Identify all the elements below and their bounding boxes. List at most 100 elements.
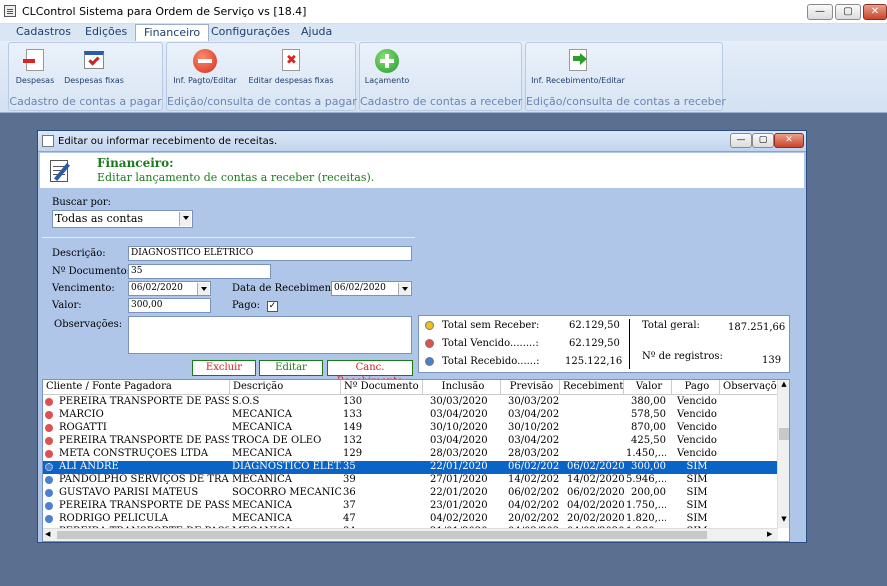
table-cell: 149 — [343, 422, 363, 433]
child-maximize-button[interactable]: ▢ — [752, 133, 774, 148]
vencido-value: 62.129,50 — [569, 338, 620, 349]
table-row[interactable]: PEREIRA TRANSPORTE DE PASSAG...MECÂNICA 3… — [43, 500, 778, 513]
scroll-down-icon[interactable]: ▼ — [779, 515, 789, 527]
table-cell: SIM — [686, 461, 708, 472]
table-cell: 27/01/2020 — [430, 474, 488, 485]
despesas-fixas-button[interactable]: Despesas fixas — [61, 46, 127, 85]
close-button[interactable]: ✕ — [863, 4, 887, 20]
valor-input[interactable]: 300,00 — [128, 298, 211, 313]
column-header[interactable]: Pago — [672, 380, 720, 395]
table-row[interactable]: GUSTAVO PARISI MATEUS SOCORRO MECANICO 36 2… — [43, 487, 778, 500]
group-label: Cadastro de contas a receber — [360, 95, 523, 108]
table-row[interactable]: PEREIRA TRANSPORTE DE PASSAG...TROCA DE … — [43, 435, 778, 448]
despesas-button[interactable]: Despesas — [13, 46, 57, 85]
table-cell: 380,00 — [631, 396, 666, 407]
notepad-pencil-icon — [48, 156, 74, 184]
menu-bar: Cadastros Edições Financeiro Configuraçõ… — [0, 24, 887, 42]
table-row[interactable]: RODRIGO PELICULA MECÂNICA 47 04/02/2020 20/0… — [43, 513, 778, 526]
table-cell: SIM — [686, 500, 708, 511]
child-minimize-button[interactable]: — — [730, 133, 752, 148]
vertical-scrollbar[interactable]: ▲ ▼ — [777, 380, 789, 528]
status-dot-icon — [45, 515, 53, 523]
scroll-up-icon[interactable]: ▲ — [779, 380, 789, 392]
table-cell: 425,50 — [631, 435, 666, 446]
child-close-button[interactable]: ✕ — [774, 133, 804, 148]
table-cell: 132 — [343, 435, 363, 446]
inf-pagto-editar-button[interactable]: Inf. Pagto/Editar — [169, 46, 241, 85]
column-header[interactable]: Previsão — [501, 380, 560, 395]
table-row[interactable]: META CONSTRUÇÕES LTDA MECÂNICA 129 28/03/20… — [43, 448, 778, 461]
table-cell: 36 — [343, 487, 356, 498]
table-cell: 14/02/2020 — [508, 474, 560, 485]
column-header[interactable]: Nº Documento — [341, 380, 423, 395]
table-cell: ROGATTI — [59, 422, 107, 433]
inf-pagto-label: Inf. Pagto/Editar — [173, 76, 237, 85]
table-cell: MECÂNICA — [232, 422, 292, 433]
scroll-right-icon[interactable]: ▶ — [767, 530, 772, 538]
status-dot-icon — [45, 463, 53, 471]
editar-despesas-fixas-label: Editar despesas fixas — [248, 76, 334, 85]
table-cell: PANDOLPHO SERVIÇOS DE TRANS... — [59, 474, 229, 485]
menu-configuracoes[interactable]: Configurações — [203, 24, 298, 41]
documento-input[interactable]: 35 — [128, 264, 271, 279]
table-row[interactable]: PANDOLPHO SERVIÇOS DE TRANS...MECÂNICA 39… — [43, 474, 778, 487]
table-cell: 04/02/2020 — [508, 500, 560, 511]
table-cell: META CONSTRUÇÕES LTDA — [59, 448, 209, 459]
recebimento-picker[interactable]: 06/02/2020 — [331, 281, 412, 296]
receitas-table[interactable]: Cliente / Fonte Pagadora Descrição Nº Docu… — [42, 379, 790, 542]
minimize-button[interactable]: — — [807, 4, 833, 20]
table-cell: Vencido — [677, 435, 717, 446]
scroll-thumb[interactable] — [779, 428, 789, 440]
table-cell: 35 — [343, 461, 356, 472]
column-header[interactable]: Valor — [624, 380, 672, 395]
buscar-select[interactable]: Todas as contas — [52, 210, 193, 228]
table-cell — [560, 422, 624, 435]
scroll-left-icon[interactable]: ◀ — [45, 530, 50, 538]
table-cell: 03/04/2020 — [508, 409, 560, 420]
yellow-status-icon — [425, 321, 434, 330]
column-header[interactable]: Descrição — [230, 380, 341, 395]
table-cell — [560, 409, 624, 422]
column-header[interactable]: Inclusão — [423, 380, 501, 395]
table-row[interactable]: ROGATTI MECÂNICA 149 30/10/2020 30/10/2020 87… — [43, 422, 778, 435]
status-dot-icon — [45, 476, 53, 484]
table-cell: 129 — [343, 448, 363, 459]
column-header[interactable]: Observaçõe — [720, 380, 780, 395]
table-cell: 37 — [343, 500, 356, 511]
minus-circle-icon — [192, 49, 218, 73]
column-header[interactable]: Cliente / Fonte Pagadora — [43, 380, 230, 395]
table-cell: PEREIRA TRANSPORTE DE PASSAG... — [59, 435, 229, 446]
table-cell: 1.820,... — [626, 513, 666, 524]
maximize-button[interactable]: ▢ — [835, 4, 861, 20]
menu-edicoes[interactable]: Edições — [77, 24, 135, 41]
table-row[interactable]: PEREIRA TRANSPORTE DE PASSAG...S.O.S 130 3… — [43, 396, 778, 409]
inf-recebimento-editar-button[interactable]: Inf. Recebimento/Editar — [528, 46, 628, 85]
table-cell: 39 — [343, 474, 356, 485]
horizontal-scrollbar[interactable]: ◀ ▶ — [43, 528, 778, 541]
menu-cadastros[interactable]: Cadastros — [8, 24, 79, 41]
excluir-button[interactable]: Excluir — [192, 360, 256, 376]
table-cell: MECÂNICA — [232, 409, 292, 420]
table-row[interactable]: ALI ANDRÉ DIAGNÓSTICO ELÉT... 35 22/01/2020… — [43, 461, 778, 474]
table-cell: MECÂNICA — [232, 513, 292, 524]
table-cell: 06/02/2020 — [508, 461, 560, 472]
group-cadastro-receber: Laçamento Cadastro de contas a receber — [359, 42, 522, 111]
pago-checkbox[interactable]: ✓ — [267, 301, 278, 312]
menu-financeiro[interactable]: Financeiro — [135, 24, 210, 42]
lancamento-button[interactable]: Laçamento — [362, 46, 412, 85]
app-icon — [4, 5, 16, 17]
cancelar-recebimento-button[interactable]: Canc. Recebimento — [327, 360, 413, 387]
menu-ajuda[interactable]: Ajuda — [293, 24, 340, 41]
observacoes-textarea[interactable] — [128, 316, 412, 354]
hscroll-thumb[interactable] — [57, 531, 707, 539]
editar-despesas-fixas-button[interactable]: ✖ Editar despesas fixas — [245, 46, 337, 85]
table-cell: 06/02/2020 — [508, 487, 560, 498]
child-title: Editar ou informar recebimento de receit… — [58, 136, 278, 147]
table-cell: 28/03/2020 — [430, 448, 488, 459]
vencimento-picker[interactable]: 06/02/2020 — [128, 281, 211, 296]
descricao-input[interactable]: DIAGNÓSTICO ELÉTRICO — [128, 246, 412, 261]
editar-button[interactable]: Editar — [259, 360, 323, 376]
table-row[interactable]: MARCIO MECÂNICA 133 03/04/2020 03/04/2020 578… — [43, 409, 778, 422]
group-edicao-receber: Inf. Recebimento/Editar Edição/consulta … — [525, 42, 726, 111]
column-header[interactable]: Recebimento — [560, 380, 624, 395]
